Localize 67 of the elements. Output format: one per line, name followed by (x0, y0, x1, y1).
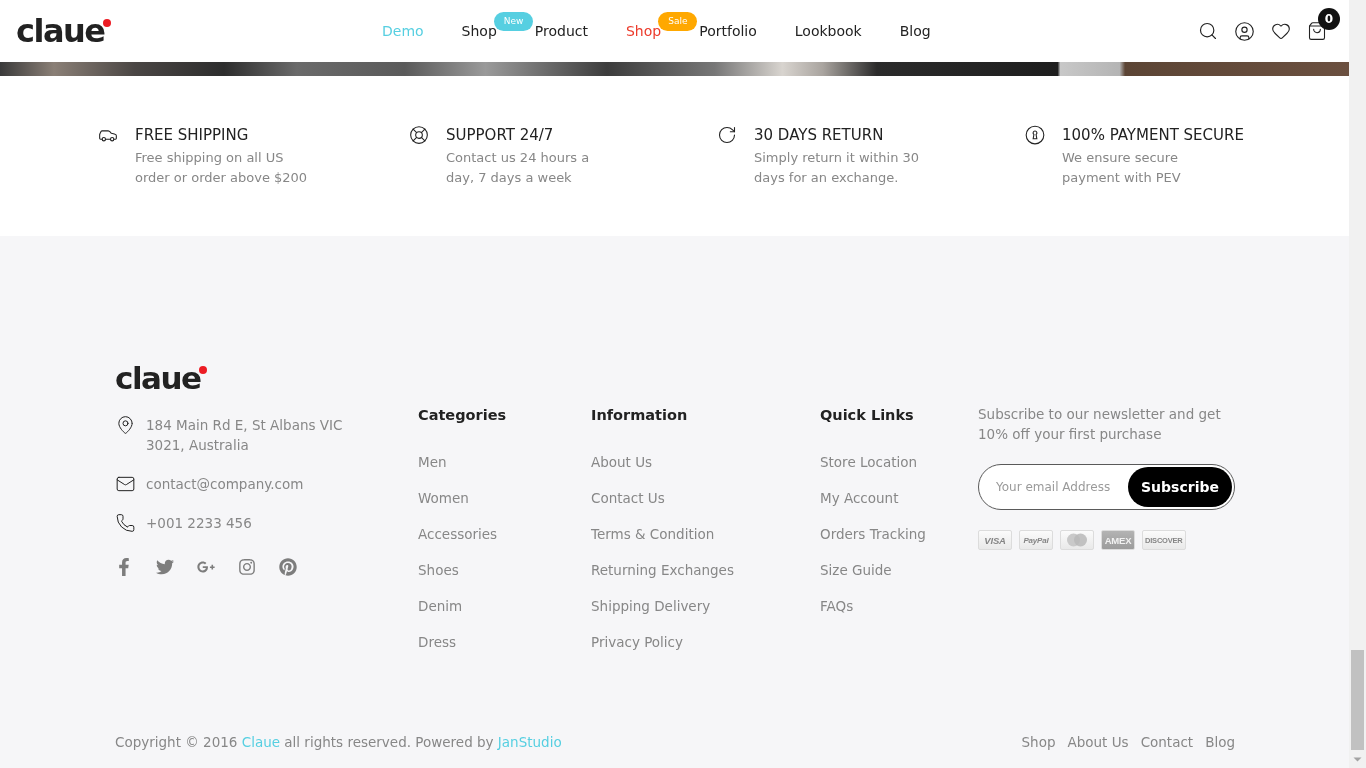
column-title: Information (591, 406, 688, 425)
user-icon[interactable] (1234, 20, 1255, 42)
footer-link[interactable]: Privacy Policy (591, 632, 683, 652)
envelope-icon (115, 474, 136, 494)
bottom-link[interactable]: Blog (1205, 732, 1235, 752)
bottom-link[interactable]: Shop (1021, 732, 1056, 752)
footer-link[interactable]: Shipping Delivery (591, 596, 711, 616)
column-title: Quick Links (820, 406, 914, 425)
footer-link[interactable]: Orders Tracking (820, 524, 926, 544)
feature-text: We ensure secure payment with PEV (1062, 149, 1182, 187)
footer-link[interactable]: My Account (820, 488, 899, 508)
payment-card-logo: AMEX (1101, 530, 1135, 550)
scrollbar[interactable] (1349, 0, 1366, 768)
footer-link[interactable]: Men (418, 452, 447, 472)
feature-text: Free shipping on all US order or order above $200 (135, 149, 308, 187)
nav-link[interactable]: Lookbook (794, 22, 862, 40)
phone-icon (115, 513, 136, 533)
bottom-link[interactable]: About Us (1067, 732, 1129, 752)
rotate-arrow-icon (717, 125, 737, 145)
card-circles-icon (1060, 530, 1094, 550)
nav-link[interactable]: Blog (899, 22, 931, 40)
lifebuoy-icon (409, 125, 429, 145)
subscribe-button[interactable]: Subscribe (1128, 467, 1232, 507)
twitter-icon[interactable] (156, 558, 174, 576)
payment-card-logo: VISA (978, 530, 1012, 550)
footer-link[interactable]: Shoes (418, 560, 459, 580)
feature-text: Contact us 24 hours a day, 7 days a week (446, 149, 590, 187)
footer-link[interactable]: Dress (418, 632, 457, 652)
footer-link[interactable]: Returning Exchanges (591, 560, 734, 580)
contact-text: +001 2233 456 (146, 514, 252, 533)
feature-text: Simply return it within 30 days for an exchange. (754, 149, 920, 187)
shopping-bag-icon[interactable] (1307, 21, 1327, 41)
footer-link[interactable]: Women (418, 488, 469, 508)
instagram-icon[interactable] (238, 558, 256, 576)
newsletter-text: Subscribe to our newsletter and get 10% off your first purchase (978, 405, 1222, 444)
footer-link[interactable]: FAQs (820, 596, 854, 616)
feature-title: SUPPORT 24/7 (446, 125, 555, 145)
nav-link[interactable]: Demo (382, 22, 424, 40)
footer-link[interactable]: Store Location (820, 452, 918, 472)
scrollbar-thumb[interactable] (1351, 650, 1364, 750)
copyright-text: Copyright © 2016 Claue all rights reserved. Powered by JanStudio (115, 733, 562, 752)
email-field[interactable]: Your email Address Subscribe (978, 464, 1235, 510)
nav-link[interactable]: Product (534, 22, 588, 40)
feature-title: 100% PAYMENT SECURE (1062, 125, 1244, 145)
copyright-link[interactable]: JanStudio (497, 734, 562, 750)
contact-text: 184 Main Rd E, St Albans VIC 3021, Australia (146, 416, 343, 455)
payment-card-logo: PayPal (1019, 530, 1053, 550)
logo[interactable]: claue (115, 360, 201, 396)
bottom-link[interactable]: Contact (1140, 732, 1194, 752)
footer-link[interactable]: Contact Us (591, 488, 665, 508)
footer-link[interactable]: Accessories (418, 524, 498, 544)
pinterest-icon[interactable] (279, 558, 297, 576)
feature-title: 30 DAYS RETURN (754, 125, 885, 145)
keyhole-icon (1025, 125, 1045, 145)
footer-link[interactable]: Terms & Condition (591, 524, 715, 544)
nav-link[interactable]: Portfolio (699, 22, 757, 40)
map-pin-icon (115, 415, 136, 435)
feature-title: FREE SHIPPING (135, 125, 250, 145)
search-icon[interactable] (1198, 21, 1218, 41)
logo[interactable]: claue (16, 13, 105, 49)
column-title: Categories (418, 406, 507, 425)
footer-link[interactable]: Denim (418, 596, 463, 616)
cart-count: 0 (1318, 8, 1340, 30)
contact-text: contact@company.com (146, 475, 304, 494)
footer-link[interactable]: About Us (591, 452, 653, 472)
heart-icon[interactable] (1271, 21, 1291, 41)
footer-link[interactable]: Size Guide (820, 560, 892, 580)
